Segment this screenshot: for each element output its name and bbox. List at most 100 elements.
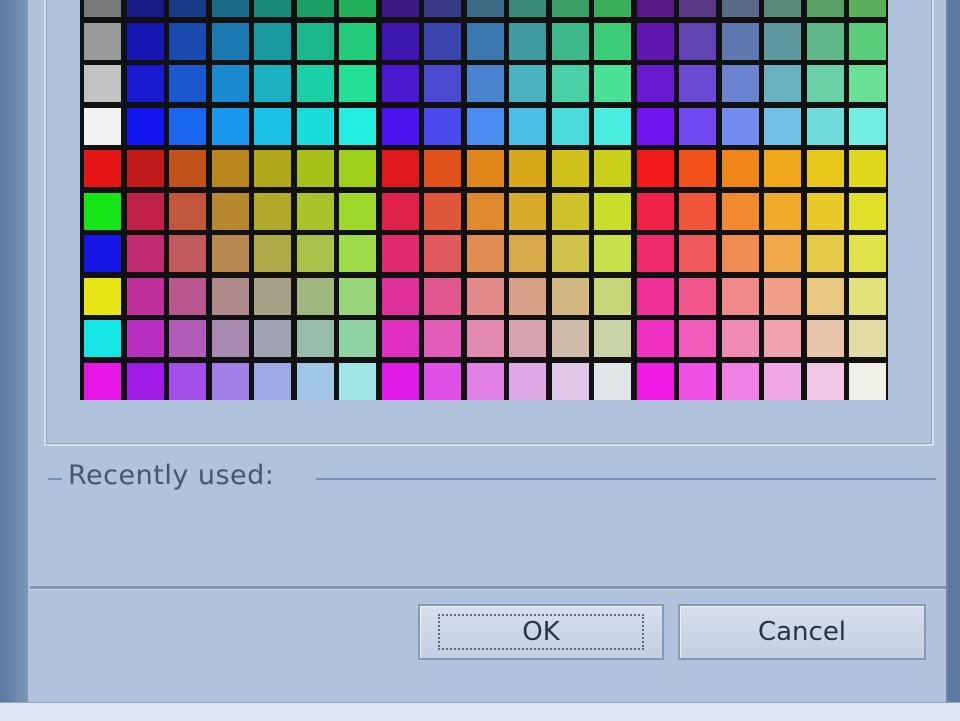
color-swatch[interactable] [764,362,801,400]
color-swatch[interactable] [806,192,844,230]
color-swatch[interactable] [636,320,674,357]
color-swatch[interactable] [679,235,716,272]
color-swatch[interactable] [211,320,249,357]
color-swatch[interactable] [169,22,206,60]
color-swatch[interactable] [254,22,291,60]
color-swatch[interactable] [806,235,844,272]
color-swatch[interactable] [126,320,164,357]
color-swatch[interactable] [296,107,334,145]
color-swatch[interactable] [636,0,674,17]
color-swatch[interactable] [169,107,206,145]
color-swatch[interactable] [551,192,589,230]
color-swatch[interactable] [721,107,759,145]
color-swatch[interactable] [679,107,716,145]
color-swatch[interactable] [466,362,504,400]
color-swatch[interactable] [806,362,844,400]
color-swatch[interactable] [679,192,716,230]
color-swatch[interactable] [254,235,291,272]
color-swatch[interactable] [509,107,546,145]
color-swatch[interactable] [594,320,631,357]
color-swatch[interactable] [339,320,376,357]
color-swatch[interactable] [84,277,121,315]
color-swatch[interactable] [679,277,716,315]
color-swatch[interactable] [296,192,334,230]
color-swatch[interactable] [339,22,376,60]
color-swatch[interactable] [849,65,886,102]
color-swatch[interactable] [509,150,546,187]
color-swatch[interactable] [126,65,164,102]
color-swatch[interactable] [254,320,291,357]
color-swatch[interactable] [679,65,716,102]
color-swatch[interactable] [806,65,844,102]
color-swatch[interactable] [509,192,546,230]
color-swatch[interactable] [509,0,546,17]
color-swatch[interactable] [806,107,844,145]
color-swatch[interactable] [339,150,376,187]
color-swatch[interactable] [764,107,801,145]
color-swatch[interactable] [296,0,334,17]
color-swatch[interactable] [296,235,334,272]
color-swatch[interactable] [126,192,164,230]
color-swatch[interactable] [466,192,504,230]
color-swatch[interactable] [849,320,886,357]
color-swatch[interactable] [806,150,844,187]
color-swatch[interactable] [211,0,249,17]
color-swatch[interactable] [466,235,504,272]
color-swatch[interactable] [849,107,886,145]
color-swatch[interactable] [806,320,844,357]
color-swatch[interactable] [509,65,546,102]
color-swatch[interactable] [594,362,631,400]
color-swatch[interactable] [721,320,759,357]
color-swatch[interactable] [594,22,631,60]
color-swatch[interactable] [764,235,801,272]
color-swatch[interactable] [679,150,716,187]
color-swatch[interactable] [721,235,759,272]
color-swatch[interactable] [636,192,674,230]
color-swatch[interactable] [381,235,419,272]
color-swatch[interactable] [594,107,631,145]
color-swatch[interactable] [211,235,249,272]
color-swatch[interactable] [296,320,334,357]
color-swatch[interactable] [254,150,291,187]
color-swatch[interactable] [126,150,164,187]
color-swatch[interactable] [636,107,674,145]
color-swatch[interactable] [594,65,631,102]
color-swatch[interactable] [339,192,376,230]
color-swatch[interactable] [466,320,504,357]
color-swatch[interactable] [84,22,121,60]
color-swatch[interactable] [339,107,376,145]
color-swatch[interactable] [466,0,504,17]
color-swatch[interactable] [126,107,164,145]
color-swatch[interactable] [551,0,589,17]
color-swatch[interactable] [339,235,376,272]
color-swatch[interactable] [849,0,886,17]
color-swatch[interactable] [764,192,801,230]
color-swatch[interactable] [424,320,461,357]
color-swatch[interactable] [254,65,291,102]
color-swatch[interactable] [169,235,206,272]
color-swatch[interactable] [509,277,546,315]
color-swatch[interactable] [381,320,419,357]
color-swatch[interactable] [849,235,886,272]
color-swatch[interactable] [764,320,801,357]
color-swatch[interactable] [381,107,419,145]
color-swatch[interactable] [466,150,504,187]
color-swatch[interactable] [849,150,886,187]
color-swatch[interactable] [764,150,801,187]
color-swatch[interactable] [381,277,419,315]
color-swatch[interactable] [509,22,546,60]
color-swatch[interactable] [339,277,376,315]
color-swatch[interactable] [849,277,886,315]
color-swatch[interactable] [254,0,291,17]
color-swatch[interactable] [764,65,801,102]
color-swatch[interactable] [126,277,164,315]
color-swatch[interactable] [169,277,206,315]
color-swatch[interactable] [126,22,164,60]
color-swatch[interactable] [764,277,801,315]
color-swatch[interactable] [594,192,631,230]
color-swatch[interactable] [211,277,249,315]
color-swatch[interactable] [211,362,249,400]
color-swatch[interactable] [169,0,206,17]
color-swatch[interactable] [466,22,504,60]
color-swatch[interactable] [551,150,589,187]
